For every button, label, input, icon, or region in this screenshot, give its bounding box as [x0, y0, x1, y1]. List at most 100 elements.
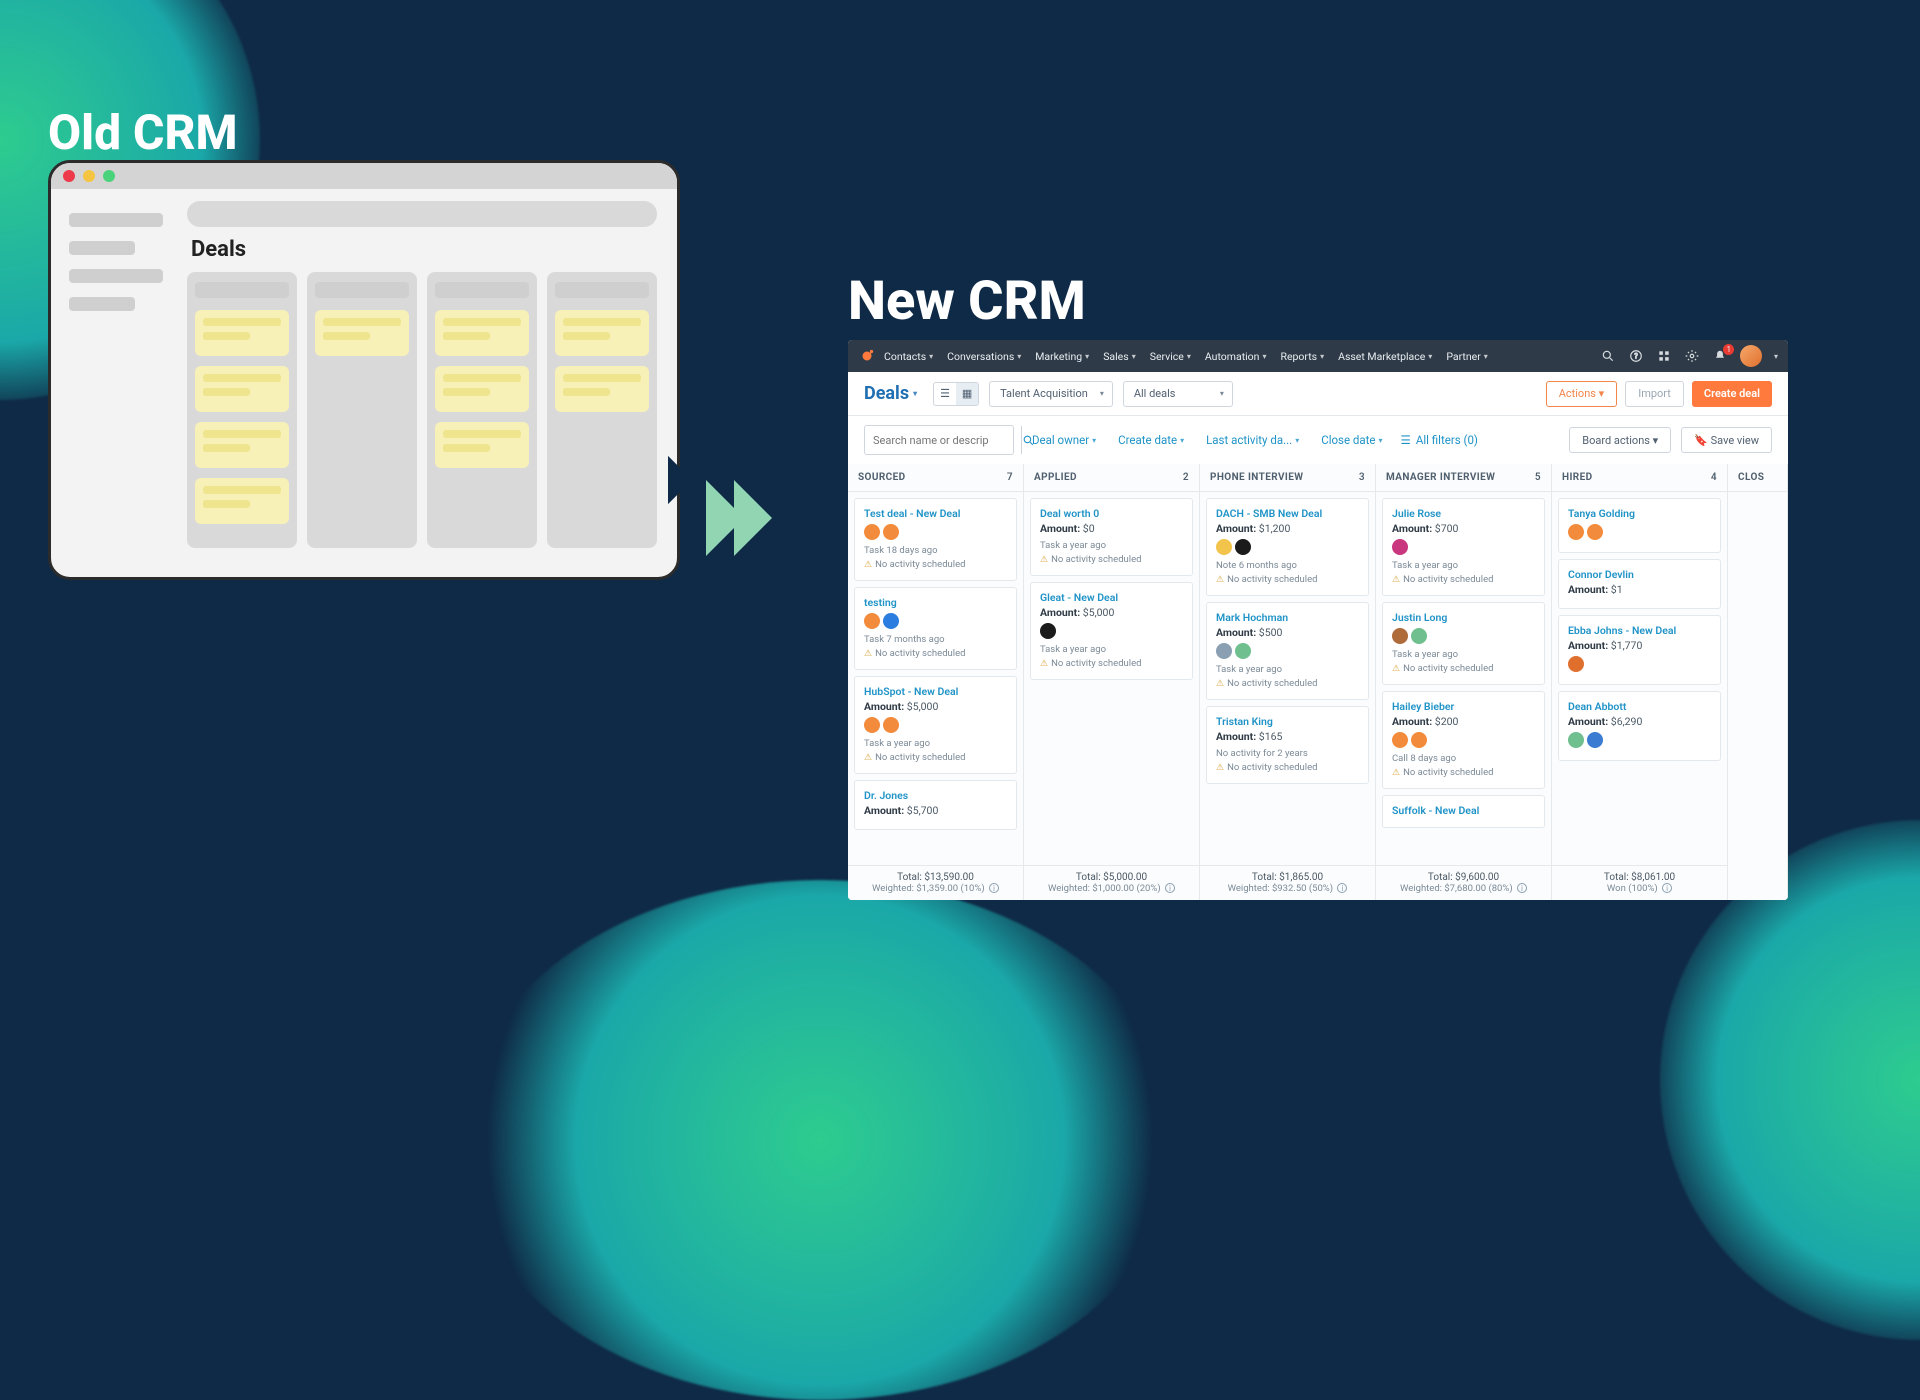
- avatar-row: [1392, 628, 1535, 644]
- pipeline-select[interactable]: Talent Acquisition▾: [989, 381, 1113, 407]
- deal-card[interactable]: Tanya Golding: [1558, 498, 1721, 553]
- assignee-avatar: [1411, 732, 1427, 748]
- deals-title[interactable]: Deals▾: [864, 383, 917, 404]
- chevron-down-icon[interactable]: ▾: [1774, 352, 1778, 361]
- deal-card[interactable]: Dr. JonesAmount: $5,700: [854, 780, 1017, 830]
- import-button[interactable]: Import: [1625, 381, 1684, 407]
- deal-card[interactable]: Dean AbbottAmount: $6,290: [1558, 691, 1721, 761]
- deal-card[interactable]: Gleat - New DealAmount: $5,000Task a yea…: [1030, 582, 1193, 680]
- filter-link[interactable]: Last activity da... ▾: [1206, 433, 1299, 447]
- settings-icon[interactable]: [1684, 348, 1700, 364]
- nav-item[interactable]: Service ▾: [1150, 350, 1191, 363]
- column-footer: Total: $13,590.00Weighted: $1,359.00 (10…: [848, 865, 1023, 900]
- old-crm-heading: Old CRM: [48, 104, 238, 161]
- column-weighted: Weighted: $7,680.00 (80%) i: [1380, 883, 1547, 894]
- board-actions-button[interactable]: Board actions ▾: [1569, 427, 1671, 453]
- nav-item[interactable]: Marketing ▾: [1035, 350, 1089, 363]
- column-footer: Total: $8,061.00Won (100%) i: [1552, 865, 1727, 900]
- nav-item[interactable]: Asset Marketplace ▾: [1338, 350, 1432, 363]
- deal-title: Suffolk - New Deal: [1392, 804, 1535, 817]
- deal-title: DACH - SMB New Deal: [1216, 507, 1359, 520]
- deal-title: Dean Abbott: [1568, 700, 1711, 713]
- deal-title: Deal worth 0: [1040, 507, 1183, 520]
- search-input-wrap: [864, 425, 1014, 455]
- deal-card[interactable]: Test deal - New DealTask 18 days agoNo a…: [854, 498, 1017, 581]
- create-deal-button[interactable]: Create deal: [1692, 381, 1772, 407]
- nav-item[interactable]: Reports ▾: [1281, 350, 1325, 363]
- list-view-toggle[interactable]: ☰: [934, 383, 956, 405]
- actions-button[interactable]: Actions ▾: [1546, 381, 1617, 407]
- deal-meta: No activity scheduled: [1216, 573, 1359, 587]
- old-topbar: [187, 201, 657, 227]
- search-icon[interactable]: [1600, 348, 1616, 364]
- new-crm-app: Contacts ▾ Conversations ▾ Marketing ▾ Sale…: [848, 340, 1788, 900]
- nav-item[interactable]: Partner ▾: [1446, 350, 1487, 363]
- save-view-button[interactable]: 🔖 Save view: [1681, 427, 1772, 453]
- nav-item[interactable]: Sales ▾: [1103, 350, 1136, 363]
- deal-meta: No activity scheduled: [1216, 677, 1359, 691]
- deals-title-text: Deals: [864, 383, 909, 404]
- nav-item[interactable]: Automation ▾: [1205, 350, 1267, 363]
- svg-text:?: ?: [1634, 352, 1638, 360]
- deal-card[interactable]: Julie RoseAmount: $700Task a year agoNo …: [1382, 498, 1545, 596]
- nav-item[interactable]: Contacts ▾: [884, 350, 933, 363]
- deal-card[interactable]: DACH - SMB New DealAmount: $1,200Note 6 …: [1206, 498, 1369, 596]
- column-total: Total: $5,000.00: [1028, 872, 1195, 883]
- assignee-avatar: [1587, 524, 1603, 540]
- info-icon[interactable]: i: [1337, 883, 1347, 893]
- deal-meta: Task a year ago: [1040, 539, 1183, 553]
- deal-card[interactable]: Hailey BieberAmount: $200Call 8 days ago…: [1382, 691, 1545, 789]
- assignee-avatar: [1411, 628, 1427, 644]
- deal-meta: No activity scheduled: [864, 751, 1007, 765]
- info-icon[interactable]: i: [1517, 883, 1527, 893]
- help-icon[interactable]: ?: [1628, 348, 1644, 364]
- deal-card[interactable]: Justin LongTask a year agoNo activity sc…: [1382, 602, 1545, 685]
- info-icon[interactable]: i: [1662, 883, 1672, 893]
- info-icon[interactable]: i: [1165, 883, 1175, 893]
- assignee-avatar: [864, 717, 880, 733]
- column-title: PHONE INTERVIEW: [1210, 472, 1303, 483]
- deal-card[interactable]: Tristan KingAmount: $165No activity for …: [1206, 706, 1369, 784]
- all-filters-text: All filters (0): [1416, 433, 1478, 447]
- transition-arrow-icon: [706, 480, 762, 556]
- deal-card[interactable]: HubSpot - New DealAmount: $5,000Task a y…: [854, 676, 1017, 774]
- deal-amount: Amount: $700: [1392, 522, 1535, 535]
- column-weighted: Weighted: $1,000.00 (20%) i: [1028, 883, 1195, 894]
- nav-item[interactable]: Conversations ▾: [947, 350, 1021, 363]
- marketplace-icon[interactable]: [1656, 348, 1672, 364]
- filter-link[interactable]: Close date ▾: [1321, 433, 1382, 447]
- deal-card[interactable]: Deal worth 0Amount: $0Task a year agoNo …: [1030, 498, 1193, 576]
- old-deals-label: Deals: [191, 237, 657, 262]
- column-weighted: Weighted: $932.50 (50%) i: [1204, 883, 1371, 894]
- deals-filter-select[interactable]: All deals▾: [1123, 381, 1233, 407]
- deal-meta: No activity scheduled: [1040, 553, 1183, 567]
- notifications-icon[interactable]: 1: [1712, 348, 1728, 364]
- deal-card[interactable]: Suffolk - New Deal: [1382, 795, 1545, 828]
- board-column: SOURCED7Test deal - New DealTask 18 days…: [848, 464, 1024, 900]
- deal-card[interactable]: testingTask 7 months agoNo activity sche…: [854, 587, 1017, 670]
- deal-card[interactable]: Mark HochmanAmount: $500Task a year agoN…: [1206, 602, 1369, 700]
- deal-title: Test deal - New Deal: [864, 507, 1007, 520]
- search-input[interactable]: [865, 434, 1021, 447]
- deal-amount: Amount: $1,770: [1568, 639, 1711, 652]
- user-avatar[interactable]: [1740, 345, 1762, 367]
- decorative-blob: [460, 880, 1180, 1400]
- assignee-avatar: [1568, 732, 1584, 748]
- avatar-row: [1568, 656, 1711, 672]
- deal-card[interactable]: Connor DevlinAmount: $1: [1558, 559, 1721, 609]
- assignee-avatar: [1040, 623, 1056, 639]
- filter-link[interactable]: Deal owner ▾: [1032, 433, 1096, 447]
- hubspot-logo-icon: [858, 347, 876, 365]
- deal-amount: Amount: $5,000: [1040, 606, 1183, 619]
- deal-card[interactable]: Ebba Johns - New DealAmount: $1,770: [1558, 615, 1721, 685]
- info-icon[interactable]: i: [989, 883, 999, 893]
- deal-title: Tristan King: [1216, 715, 1359, 728]
- assignee-avatar: [883, 717, 899, 733]
- deal-meta: Task a year ago: [1392, 648, 1535, 662]
- column-total: Total: $8,061.00: [1556, 872, 1723, 883]
- all-filters-link[interactable]: ☰ All filters (0): [1401, 433, 1478, 447]
- board-column: APPLIED2Deal worth 0Amount: $0Task a yea…: [1024, 464, 1200, 900]
- board-view-toggle[interactable]: ▦: [956, 383, 978, 405]
- filter-link[interactable]: Create date ▾: [1118, 433, 1184, 447]
- column-title: CLOS: [1738, 472, 1764, 483]
